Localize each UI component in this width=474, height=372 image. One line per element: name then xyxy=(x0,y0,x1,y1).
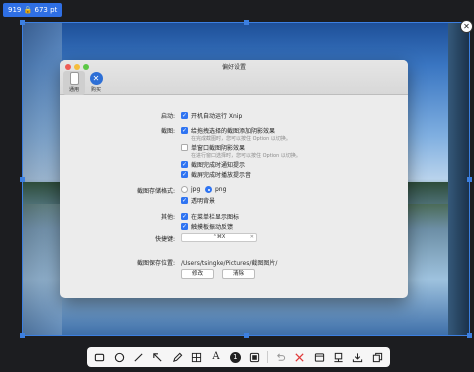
transparent-bg-label: 透明背景 xyxy=(191,198,216,205)
dimension-badge: 919 🔒 673 pt xyxy=(3,3,63,17)
menubar-icon-label: 在菜单栏显示图标 xyxy=(191,214,240,221)
step-number-glyph: 1 xyxy=(229,351,241,363)
format-png-label: png xyxy=(215,186,227,193)
window-shadow-option[interactable]: 单窗口截图阴影效果 xyxy=(181,143,245,152)
format-label: 截图存储格式: xyxy=(136,188,175,195)
tab-buy-label: 购买 xyxy=(90,87,101,93)
save-location-label: 截图保存位置: xyxy=(136,260,175,267)
drag-shadow-option[interactable]: ✓ 给拖拽选择的截图添加阴影效果 xyxy=(181,126,275,135)
rectangle-tool-icon[interactable] xyxy=(93,350,107,364)
arrow-tool-icon[interactable] xyxy=(151,350,165,364)
launch-at-login-option[interactable]: ✓ 开机自动运行 Xnip xyxy=(181,111,242,120)
haptic-checkbox[interactable]: ✓ xyxy=(181,223,188,230)
sound-label: 截屏完成时播放提示音 xyxy=(191,172,252,179)
transparent-bg-option[interactable]: ✓ 透明背景 xyxy=(181,196,215,205)
copy-icon[interactable] xyxy=(370,350,384,364)
resize-handle-bottom-right[interactable] xyxy=(467,333,472,338)
clear-shortcut-icon[interactable]: ✕ xyxy=(250,234,254,241)
resize-handle-right[interactable] xyxy=(467,177,472,182)
tools-icon: ✕ xyxy=(89,72,103,85)
background-wallpaper-left xyxy=(22,22,62,336)
sound-checkbox[interactable]: ✓ xyxy=(181,171,188,178)
shortcut-label: 快捷键: xyxy=(154,236,175,243)
clear-path-button[interactable]: 清除 xyxy=(222,269,256,279)
drag-shadow-hint: 在完成截图时，您可以按住 Option 以切换。 xyxy=(191,136,291,142)
toolbar-separator xyxy=(267,351,269,363)
drag-shadow-label: 给拖拽选择的截图添加阴影效果 xyxy=(191,128,276,135)
sound-option[interactable]: ✓ 截屏完成时播放提示音 xyxy=(181,170,251,179)
window-title: 偏好设置 xyxy=(221,64,246,71)
window-shadow-hint: 在进行窗口选择时，您可以按住 Option 以切换。 xyxy=(191,153,301,159)
startup-label: 启动: xyxy=(160,113,175,120)
haptic-label: 触摸板振动反馈 xyxy=(191,224,234,231)
notify-label: 截图完成时通知提示 xyxy=(191,162,246,169)
highlight-tool-icon[interactable] xyxy=(248,350,262,364)
annotation-toolbar: A 1 xyxy=(87,347,390,367)
window-shadow-label: 单窗口截图阴影效果 xyxy=(191,145,246,152)
haptic-option[interactable]: ✓ 触摸板振动反馈 xyxy=(181,222,233,231)
ellipse-tool-icon[interactable] xyxy=(112,350,126,364)
window-shadow-checkbox[interactable] xyxy=(181,144,188,151)
resize-handle-left[interactable] xyxy=(20,177,25,182)
transparent-bg-checkbox[interactable]: ✓ xyxy=(181,197,188,204)
drag-shadow-checkbox[interactable]: ✓ xyxy=(181,127,188,134)
launch-at-login-checkbox[interactable]: ✓ xyxy=(181,112,188,119)
close-selection-icon[interactable]: ✕ xyxy=(460,20,473,33)
window-titlebar: 偏好设置 通用 ✕ 购买 xyxy=(60,60,408,95)
tab-buy[interactable]: ✕ 购买 xyxy=(85,71,107,95)
other-label: 其他: xyxy=(160,214,175,221)
resize-handle-bottom-left[interactable] xyxy=(20,333,25,338)
pin-icon[interactable] xyxy=(332,350,346,364)
line-tool-icon[interactable] xyxy=(131,350,145,364)
text-tool-icon[interactable]: A xyxy=(209,350,223,364)
resize-handle-top[interactable] xyxy=(244,20,249,25)
pencil-tool-icon[interactable] xyxy=(170,350,184,364)
cancel-icon[interactable] xyxy=(293,350,307,364)
shortcut-value: ⌃⌘X xyxy=(212,234,226,240)
phone-icon xyxy=(69,72,79,85)
format-jpg-radio[interactable] xyxy=(181,186,188,193)
modify-path-button[interactable]: 修改 xyxy=(181,269,215,279)
notify-option[interactable]: ✓ 截图完成时通知提示 xyxy=(181,160,245,169)
tab-general[interactable]: 通用 xyxy=(63,71,85,95)
format-jpg-option[interactable]: jpg xyxy=(181,186,200,193)
format-png-radio[interactable] xyxy=(205,186,212,193)
shortcut-recorder[interactable]: ⌃⌘X ✕ xyxy=(181,233,257,242)
undo-icon[interactable] xyxy=(273,350,287,364)
format-png-option[interactable]: png xyxy=(205,186,226,193)
mosaic-tool-icon[interactable] xyxy=(190,350,204,364)
resize-handle-top-left[interactable] xyxy=(20,20,25,25)
save-path: /Users/tsingke/Pictures/截图图片/ xyxy=(181,260,278,267)
save-icon[interactable] xyxy=(351,350,365,364)
launch-at-login-label: 开机自动运行 Xnip xyxy=(191,113,243,120)
window-capture-icon[interactable] xyxy=(312,350,326,364)
step-number-tool-icon[interactable]: 1 xyxy=(228,350,242,364)
notify-checkbox[interactable]: ✓ xyxy=(181,161,188,168)
preferences-window: 偏好设置 通用 ✕ 购买 启动: ✓ 开机自动运行 Xnip 截图: ✓ 给拖拽… xyxy=(60,60,408,298)
tab-general-label: 通用 xyxy=(68,87,79,93)
capture-label: 截图: xyxy=(160,128,175,135)
menubar-icon-checkbox[interactable]: ✓ xyxy=(181,213,188,220)
menubar-icon-option[interactable]: ✓ 在菜单栏显示图标 xyxy=(181,212,239,221)
resize-handle-bottom[interactable] xyxy=(244,333,249,338)
format-jpg-label: jpg xyxy=(191,186,201,193)
